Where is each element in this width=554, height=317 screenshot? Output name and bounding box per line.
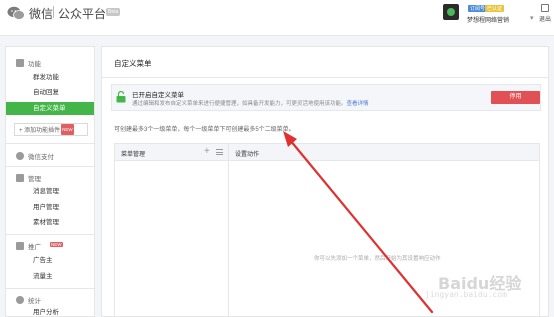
sidebar-item-materials[interactable]: 素材管理 <box>6 216 94 229</box>
page-title: 自定义菜单 <box>114 59 152 68</box>
brand-name[interactable]: 微信 <box>29 5 53 22</box>
sidebar-section-stats: 统计 <box>16 295 41 305</box>
menu-limit-hint: 可创建最多3个一级菜单，每个一级菜单下可创建最多5个二级菜单。 <box>114 127 295 133</box>
sidebar-item-custom-menu[interactable]: 自定义菜单 <box>6 102 94 115</box>
beta-badge: Beta <box>106 8 121 16</box>
sidebar: 功能 群发功能 自动回复 自定义菜单 + 添加功能插件 NEW 微信支付 管理 消… <box>5 46 95 317</box>
menu-manage-header: 菜单管理 + <box>115 144 228 161</box>
title-divider <box>102 77 548 78</box>
sidebar-item-user-analysis[interactable]: 用户分析 <box>6 306 94 317</box>
platform-name[interactable]: 公众平台 <box>58 5 106 22</box>
sidebar-item-users[interactable]: 用户管理 <box>6 201 94 214</box>
account-name[interactable]: 梦想程网络营销 <box>467 15 509 24</box>
action-label: 设置动作 <box>235 152 260 158</box>
sidebar-section-label: 统计 <box>28 298 41 305</box>
action-header: 设置动作 <box>229 144 539 161</box>
watermark-url: jingyan.baidu.com <box>425 290 507 299</box>
sidebar-item-auto-reply[interactable]: 自动回复 <box>6 86 94 99</box>
sidebar-section-function: 功能 <box>16 58 41 68</box>
new-badge: NEW <box>61 124 74 135</box>
sidebar-item-publisher[interactable]: 流量主 <box>6 270 94 283</box>
sidebar-item-messages[interactable]: 消息管理 <box>6 185 94 198</box>
sidebar-section-label: 管理 <box>28 176 41 183</box>
top-header: 微信 公众平台 Beta 订阅号 已认证 梦想程网络营销 ▾ 退出 <box>0 0 554 36</box>
sidebar-item-mass-send[interactable]: 群发功能 <box>6 71 94 84</box>
wechat-pay-icon <box>16 152 24 160</box>
menu-status-notice: 已开启自定义菜单 通过编辑和发布自定义菜单来进行便捷管理，如具备开发能力，可更灵… <box>111 84 541 111</box>
sidebar-section-label: 功能 <box>28 61 41 68</box>
exit-icon[interactable] <box>541 4 549 12</box>
sidebar-divider <box>6 143 94 144</box>
sidebar-section-label: 推广 <box>28 244 41 251</box>
sort-menu-icon[interactable] <box>216 149 223 155</box>
sidebar-section-manage: 管理 <box>16 173 41 183</box>
sidebar-section-label: 微信支付 <box>28 154 54 161</box>
manage-icon <box>16 174 24 182</box>
menu-manage-panel: 菜单管理 + <box>115 144 229 317</box>
details-link[interactable]: 查看详情 <box>347 101 369 107</box>
sidebar-divider <box>6 166 94 167</box>
add-menu-icon[interactable]: + <box>204 146 210 158</box>
add-plugin-label: + 添加功能插件 <box>19 128 61 134</box>
lock-open-icon <box>116 91 126 103</box>
add-plugin-button[interactable]: + 添加功能插件 NEW <box>14 123 88 136</box>
chevron-down-icon[interactable]: ▾ <box>530 14 534 22</box>
sidebar-section-promo: 推广 <box>16 241 41 251</box>
function-icon <box>16 59 24 67</box>
empty-state-tip: 你可以先添加一个菜单，然后开始为其设置响应动作 <box>314 256 441 262</box>
stats-icon <box>16 296 24 304</box>
new-badge: NEW <box>50 242 63 247</box>
notice-text: 通过编辑和发布自定义菜单来进行便捷管理，如具备开发能力，可更灵活地使用该功能。 <box>132 101 347 107</box>
disable-button[interactable]: 停用 <box>491 91 540 104</box>
wechat-logo-icon <box>7 6 25 20</box>
sidebar-divider <box>6 234 94 235</box>
verified-badge: 已认证 <box>485 5 505 12</box>
sidebar-item-advertiser[interactable]: 广告主 <box>6 254 94 267</box>
notice-description: 通过编辑和发布自定义菜单来进行便捷管理，如具备开发能力，可更灵活地使用该功能。查… <box>132 99 369 107</box>
sidebar-divider <box>6 288 94 289</box>
brand-divider <box>53 6 54 18</box>
notice-title: 已开启自定义菜单 <box>132 92 184 99</box>
exit-link[interactable]: 退出 <box>539 14 551 23</box>
menu-manage-label: 菜单管理 <box>121 152 146 158</box>
account-avatar[interactable] <box>443 4 459 20</box>
sidebar-section-pay[interactable]: 微信支付 <box>16 151 54 161</box>
megaphone-icon <box>16 242 24 250</box>
